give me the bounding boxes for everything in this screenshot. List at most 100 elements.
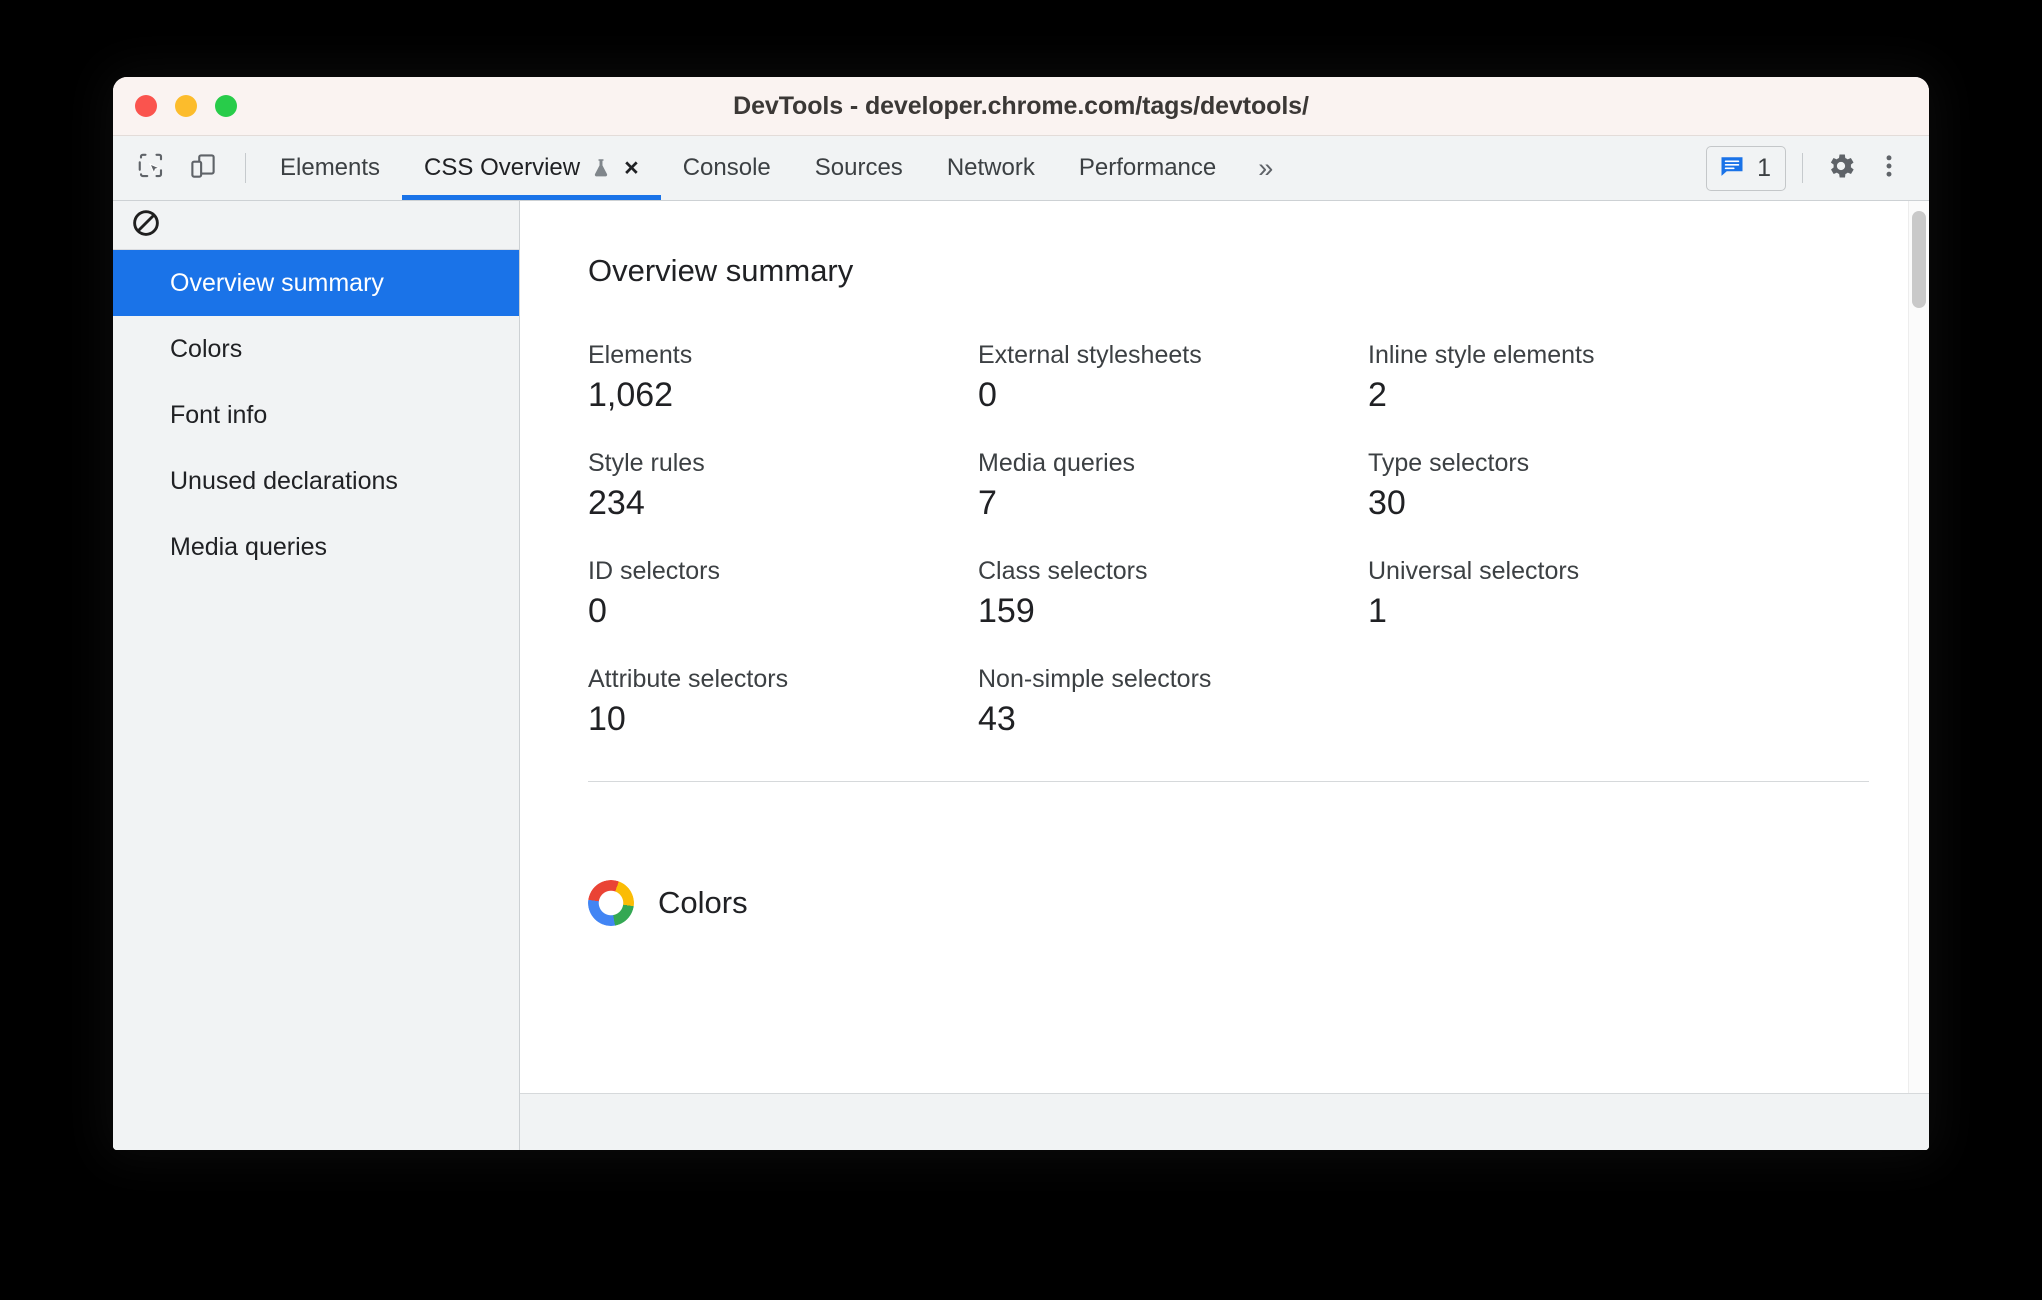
- metric-value: 0: [588, 592, 607, 630]
- metric-inline-style-elements: Inline style elements 2: [1368, 341, 1758, 415]
- issues-count: 1: [1757, 153, 1771, 182]
- three-dot-menu-icon: [1875, 152, 1903, 185]
- metric-external-stylesheets: External stylesheets 0: [978, 341, 1368, 415]
- sidebar-item-label: Colors: [170, 334, 243, 363]
- tab-css-overview[interactable]: CSS Overview ×: [402, 136, 661, 200]
- overview-summary-panel: Overview summary Elements 1,062 External…: [520, 201, 1929, 822]
- device-toolbar-button[interactable]: [181, 146, 225, 190]
- tab-network[interactable]: Network: [925, 136, 1057, 200]
- page-title: Overview summary: [588, 253, 854, 288]
- metric-elements: Elements 1,062: [588, 341, 978, 415]
- metric-universal-selectors: Universal selectors 1: [1368, 557, 1758, 631]
- tab-performance[interactable]: Performance: [1057, 136, 1238, 200]
- metric-label: External stylesheets: [978, 341, 1202, 369]
- section-divider: [588, 781, 1869, 782]
- sidebar-item-label: Unused declarations: [170, 466, 398, 495]
- issues-badge[interactable]: 1: [1706, 145, 1786, 191]
- css-overview-sidebar: Overview summary Colors Font info Unused…: [113, 201, 520, 1150]
- more-tabs-button[interactable]: »: [1238, 136, 1293, 200]
- tab-label: Network: [946, 154, 1035, 181]
- metric-value: 0: [978, 376, 997, 414]
- inspect-element-icon: [136, 151, 166, 186]
- metric-label: Class selectors: [978, 557, 1148, 585]
- sidebar-item-unused-declarations[interactable]: Unused declarations: [113, 448, 519, 514]
- scrollbar-thumb[interactable]: [1912, 211, 1926, 308]
- colors-section-title: Colors: [658, 885, 748, 920]
- metric-value: 7: [978, 484, 997, 522]
- metric-style-rules: Style rules 234: [588, 449, 978, 523]
- metric-type-selectors: Type selectors 30: [1368, 449, 1758, 523]
- sidebar-item-colors[interactable]: Colors: [113, 316, 519, 382]
- traffic-light-group: [135, 95, 237, 117]
- content-footer-strip: [520, 1093, 1929, 1150]
- tab-label: Sources: [814, 154, 903, 181]
- inspect-element-button[interactable]: [129, 146, 173, 190]
- metric-value: 2: [1368, 376, 1387, 414]
- devtools-tabbar: Elements CSS Overview × Console Sources: [113, 136, 1929, 201]
- screenshot-stage: DevTools - developer.chrome.com/tags/dev…: [0, 0, 2042, 1300]
- metric-value: 234: [588, 484, 645, 522]
- metric-empty-slot: [1368, 665, 1758, 739]
- sidebar-toolbar: [113, 201, 519, 250]
- tab-label: CSS Overview: [424, 154, 581, 181]
- tab-sources[interactable]: Sources: [793, 136, 925, 200]
- chevron-double-right-icon: »: [1258, 152, 1274, 183]
- sidebar-item-media-queries[interactable]: Media queries: [113, 514, 519, 580]
- metric-label: Universal selectors: [1368, 557, 1580, 585]
- metric-id-selectors: ID selectors 0: [588, 557, 978, 631]
- tab-label: Elements: [280, 154, 381, 181]
- css-overview-content: Overview summary Elements 1,062 External…: [520, 201, 1929, 1150]
- toolbar-divider: [245, 153, 246, 183]
- metric-value: 1: [1368, 592, 1387, 630]
- window-title: DevTools - developer.chrome.com/tags/dev…: [733, 91, 1309, 120]
- metric-non-simple-selectors: Non-simple selectors 43: [978, 665, 1368, 739]
- device-toolbar-icon: [188, 151, 218, 186]
- metrics-grid: Elements 1,062 External stylesheets 0 In…: [588, 341, 1869, 739]
- metric-value: 30: [1368, 484, 1406, 522]
- tab-label: Console: [682, 154, 771, 181]
- close-icon[interactable]: ×: [624, 155, 639, 181]
- content-scroll-area: Overview summary Elements 1,062 External…: [520, 201, 1929, 1093]
- color-wheel-icon: [588, 880, 634, 926]
- metric-value: 10: [588, 700, 626, 738]
- sidebar-item-label: Overview summary: [170, 268, 384, 297]
- metric-label: Media queries: [978, 449, 1136, 477]
- sidebar-item-list: Overview summary Colors Font info Unused…: [113, 250, 519, 580]
- tab-console[interactable]: Console: [661, 136, 793, 200]
- zoom-window-button[interactable]: [215, 95, 237, 117]
- colors-section[interactable]: Colors: [520, 822, 1929, 980]
- metric-label: Non-simple selectors: [978, 665, 1212, 693]
- metric-label: Inline style elements: [1368, 341, 1595, 369]
- sidebar-item-overview-summary[interactable]: Overview summary: [113, 250, 519, 316]
- close-window-button[interactable]: [135, 95, 157, 117]
- sidebar-item-label: Media queries: [170, 532, 328, 561]
- metric-attribute-selectors: Attribute selectors 10: [588, 665, 978, 739]
- minimize-window-button[interactable]: [175, 95, 197, 117]
- panel-tabs: Elements CSS Overview × Console Sources: [258, 136, 1706, 200]
- devtools-window: DevTools - developer.chrome.com/tags/dev…: [113, 77, 1929, 1150]
- devtools-body: Overview summary Colors Font info Unused…: [113, 201, 1929, 1150]
- metric-value: 43: [978, 700, 1016, 738]
- gear-icon: [1825, 150, 1857, 187]
- metric-value: 1,062: [588, 376, 674, 414]
- tab-label: Performance: [1078, 154, 1217, 181]
- metric-label: Attribute selectors: [588, 665, 789, 693]
- content-scrollbar[interactable]: [1908, 201, 1929, 1093]
- block-clear-icon[interactable]: [131, 208, 161, 243]
- sidebar-item-label: Font info: [170, 400, 268, 429]
- sidebar-item-font-info[interactable]: Font info: [113, 382, 519, 448]
- metric-label: Style rules: [588, 449, 705, 477]
- metric-media-queries: Media queries 7: [978, 449, 1368, 523]
- right-tools-divider: [1802, 153, 1803, 183]
- window-titlebar: DevTools - developer.chrome.com/tags/dev…: [113, 77, 1929, 136]
- metric-label: Type selectors: [1368, 449, 1530, 477]
- tab-elements[interactable]: Elements: [258, 136, 402, 200]
- tabbar-right-tools: 1: [1706, 136, 1929, 200]
- metric-class-selectors: Class selectors 159: [978, 557, 1368, 631]
- issues-message-icon: [1718, 152, 1746, 185]
- metric-value: 159: [978, 592, 1035, 630]
- tabbar-left-tools: [113, 136, 258, 200]
- settings-button[interactable]: [1819, 146, 1863, 190]
- metric-label: Elements: [588, 341, 693, 369]
- more-options-button[interactable]: [1867, 146, 1911, 190]
